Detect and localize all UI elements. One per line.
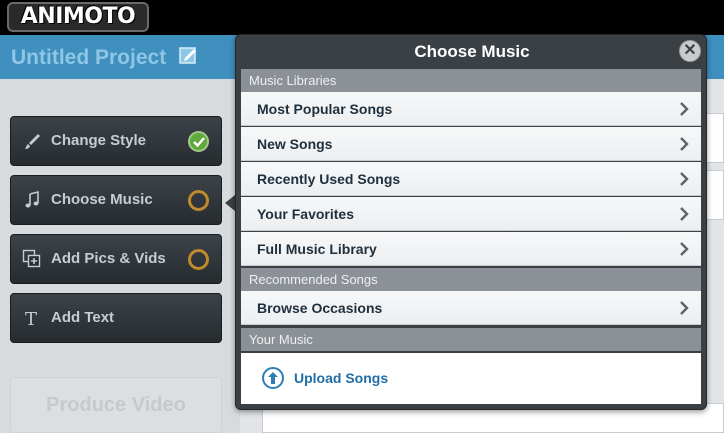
section-heading-label: Recommended Songs bbox=[249, 272, 378, 287]
close-icon[interactable]: ✕ bbox=[679, 40, 701, 62]
menu-item-recently-used-songs[interactable]: Recently Used Songs bbox=[241, 162, 701, 196]
logo-text: ANIMOTO bbox=[20, 4, 136, 29]
top-bar: ANIMOTO bbox=[0, 0, 724, 35]
section-heading-label: Your Music bbox=[249, 332, 313, 347]
chevron-right-icon bbox=[680, 207, 689, 221]
produce-video-label: Produce Video bbox=[46, 394, 186, 416]
svg-text:T: T bbox=[25, 309, 37, 328]
project-title[interactable]: Untitled Project bbox=[11, 46, 166, 70]
modal-title: Choose Music bbox=[414, 42, 530, 61]
menu-item-label: Recently Used Songs bbox=[257, 171, 401, 187]
step-label: Add Pics & Vids bbox=[51, 250, 166, 267]
chevron-right-icon bbox=[680, 102, 689, 116]
chevron-right-icon bbox=[680, 137, 689, 151]
step-choose-music-button[interactable]: Choose Music bbox=[10, 175, 222, 225]
step-label: Choose Music bbox=[51, 191, 153, 208]
menu-item-label: Most Popular Songs bbox=[257, 101, 393, 117]
chevron-right-icon bbox=[680, 172, 689, 186]
menu-item-label: Browse Occasions bbox=[257, 300, 383, 316]
text-icon: T bbox=[22, 308, 42, 330]
menu-item-most-popular-songs[interactable]: Most Popular Songs bbox=[241, 92, 701, 126]
menu-item-browse-occasions[interactable]: Browse Occasions bbox=[241, 291, 701, 325]
animoto-logo[interactable]: ANIMOTO bbox=[7, 2, 149, 32]
section-heading-your-music: Your Music bbox=[241, 328, 701, 351]
section-heading-label: Music Libraries bbox=[249, 73, 337, 88]
upload-songs-label: Upload Songs bbox=[294, 370, 389, 386]
step-incomplete-circle-icon bbox=[188, 249, 209, 270]
music-note-icon bbox=[22, 190, 42, 210]
active-step-pointer bbox=[225, 195, 235, 211]
menu-item-label: New Songs bbox=[257, 136, 333, 152]
menu-item-your-favorites[interactable]: Your Favorites bbox=[241, 197, 701, 231]
section-heading-music-libraries: Music Libraries bbox=[241, 69, 701, 92]
menu-item-new-songs[interactable]: New Songs bbox=[241, 127, 701, 161]
step-complete-check-icon bbox=[188, 131, 209, 152]
step-label: Change Style bbox=[51, 132, 147, 149]
step-change-style-button[interactable]: Change Style bbox=[10, 116, 222, 166]
upload-songs-button[interactable]: Upload Songs bbox=[241, 353, 701, 404]
step-add-pics-vids-button[interactable]: Add Pics & Vids bbox=[10, 234, 222, 284]
choose-music-modal: Choose Music ✕ Music Libraries Most Popu… bbox=[235, 34, 707, 410]
step-add-text-button[interactable]: T Add Text bbox=[10, 293, 222, 343]
menu-item-label: Your Favorites bbox=[257, 206, 354, 222]
edit-title-icon[interactable] bbox=[179, 45, 199, 65]
add-media-icon bbox=[22, 249, 42, 269]
step-incomplete-circle-icon bbox=[188, 190, 209, 211]
menu-item-full-music-library[interactable]: Full Music Library bbox=[241, 232, 701, 266]
brush-icon bbox=[22, 131, 42, 151]
chevron-right-icon bbox=[680, 242, 689, 256]
produce-video-button[interactable]: Produce Video bbox=[10, 377, 222, 433]
upload-arrow-icon bbox=[262, 367, 284, 389]
section-heading-recommended-songs: Recommended Songs bbox=[241, 268, 701, 291]
step-label: Add Text bbox=[51, 309, 115, 326]
menu-item-label: Full Music Library bbox=[257, 241, 377, 257]
chevron-right-icon bbox=[680, 301, 689, 315]
